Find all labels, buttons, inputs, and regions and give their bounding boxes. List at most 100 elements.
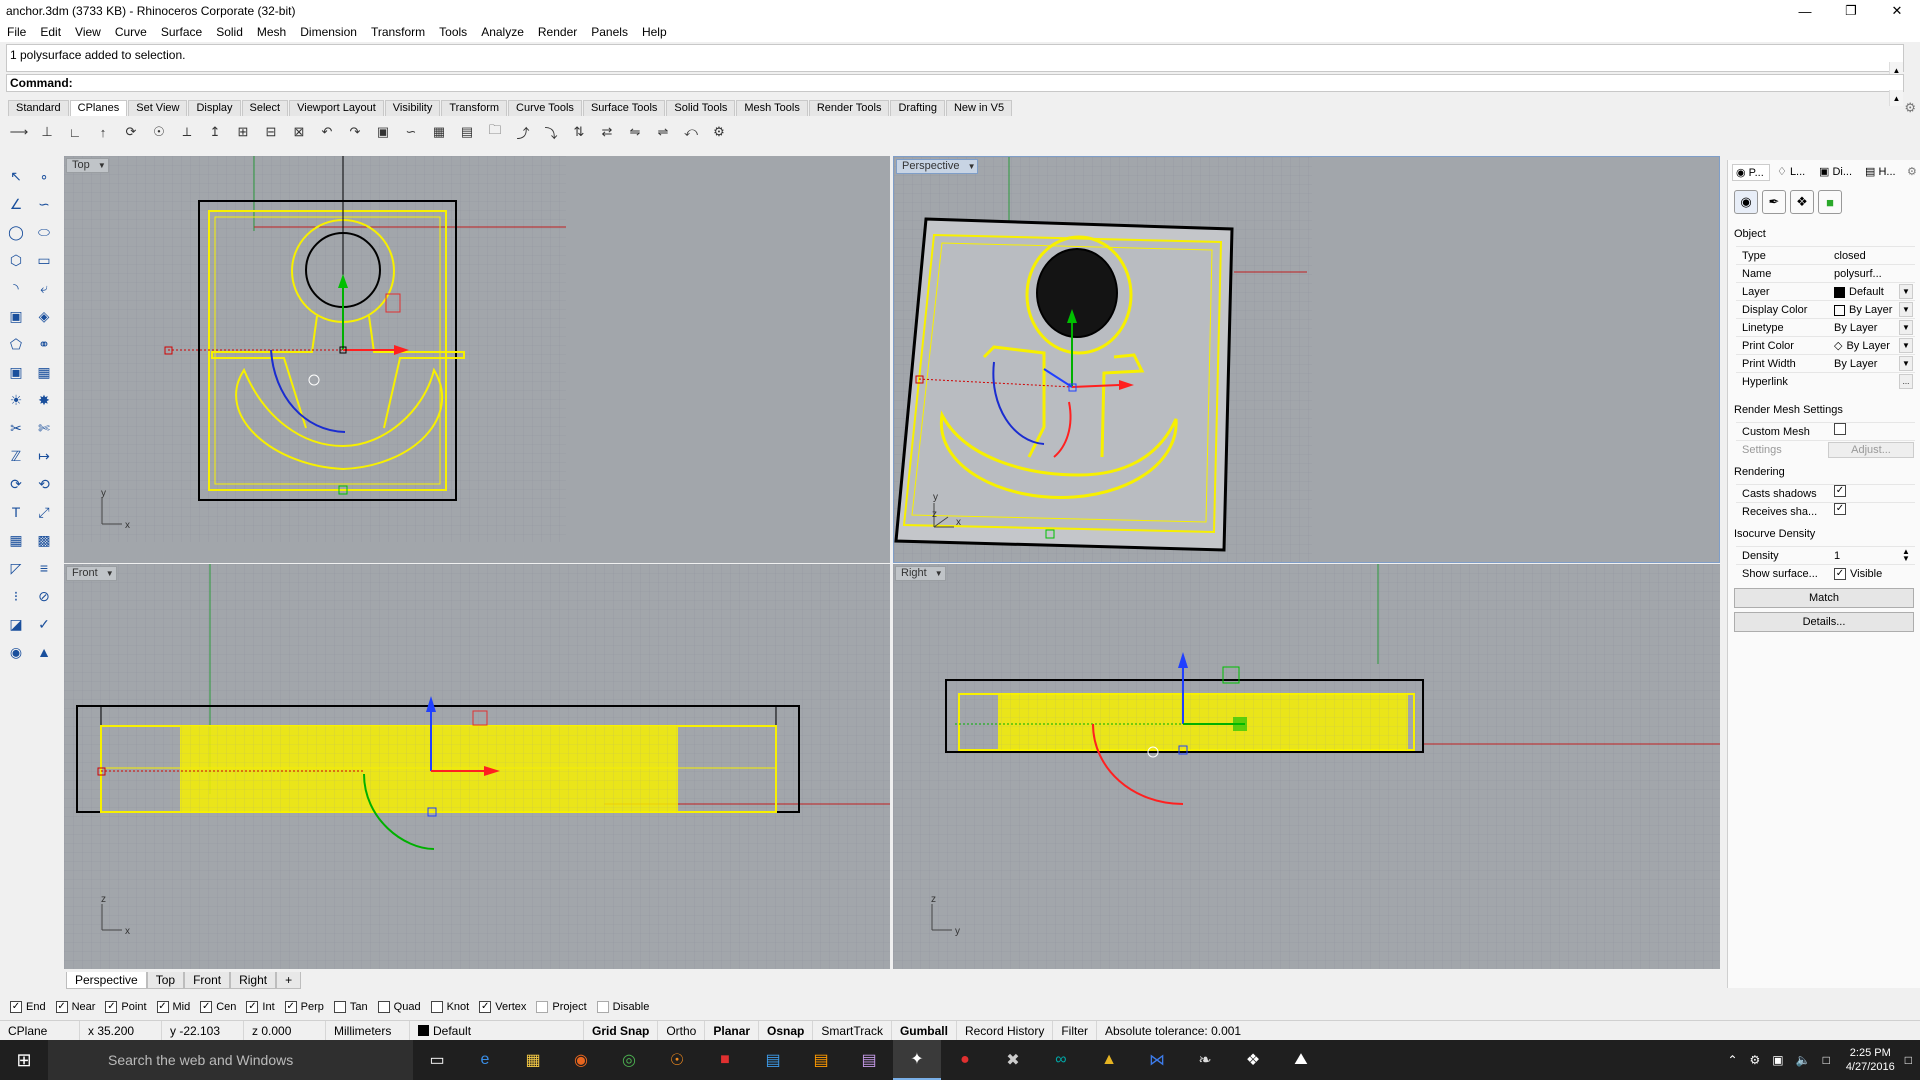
status-units[interactable]: Millimeters [326, 1020, 410, 1041]
cplane-settings-icon[interactable]: ⚙ [708, 121, 730, 143]
arc-icon[interactable]: ◝ [4, 276, 28, 300]
density-stepper[interactable]: ▲ ▼ [1899, 548, 1913, 563]
panel-tab-layers[interactable]: ♢ L... [1774, 164, 1812, 181]
cplane-world-right-icon[interactable]: ⊠ [288, 121, 310, 143]
taskbar-clock[interactable]: 2:25 PM 4/27/2016 [1846, 1046, 1895, 1074]
extrude-curve-icon[interactable]: ▣ [4, 304, 28, 328]
tab-drafting[interactable]: Drafting [890, 100, 945, 116]
ellipse-icon[interactable]: ⬭ [32, 220, 56, 244]
prop-density[interactable]: Density 1 ▲ ▼ [1736, 546, 1915, 564]
cplane-z-axis-icon[interactable]: ↥ [204, 121, 226, 143]
hyperlink-browse-button[interactable]: ... [1899, 374, 1913, 389]
restore-button[interactable]: ❐ [1828, 0, 1874, 22]
prop-show-surface[interactable]: Show surface... ✓ Visible [1736, 564, 1915, 582]
status-planar[interactable]: Planar [705, 1020, 760, 1041]
app-icon[interactable]: ● [941, 1040, 989, 1080]
texture-mapping-icon[interactable]: ■ [1818, 190, 1842, 214]
premiere-icon[interactable]: ▤ [845, 1040, 893, 1080]
chevron-up-icon[interactable]: ⌃ [1727, 1053, 1737, 1067]
decal-icon[interactable]: ❖ [1790, 190, 1814, 214]
object-properties-icon[interactable]: ◉ [1734, 190, 1758, 214]
osnap-project[interactable]: Project [536, 1001, 587, 1013]
checkbox-icon[interactable]: ✓ [1834, 568, 1846, 580]
details-button[interactable]: Details... [1734, 612, 1914, 632]
adjust-button[interactable]: Adjust... [1828, 442, 1914, 458]
chevron-down-icon[interactable]: ▼ [1899, 320, 1913, 335]
history-icon[interactable]: ⊘ [32, 584, 56, 608]
environment-icon[interactable]: ▲ [32, 640, 56, 664]
vp-tab-right[interactable]: Right [230, 972, 277, 989]
cplane-view-icon[interactable]: ⊞ [232, 121, 254, 143]
tab-render-tools[interactable]: Render Tools [808, 100, 890, 116]
windows-start-icon[interactable]: ⊞ [0, 1040, 48, 1080]
menu-render[interactable]: Render [531, 25, 584, 39]
block-icon[interactable]: ▩ [32, 528, 56, 552]
osnap-disable[interactable]: Disable [596, 1001, 649, 1013]
viewport-perspective[interactable]: y z x Perspective ▼ [893, 156, 1720, 563]
status-record-history[interactable]: Record History [957, 1020, 1054, 1041]
polygon-icon[interactable]: ⬡ [4, 248, 28, 272]
cplane-named-icon[interactable]: ▦ [428, 121, 450, 143]
panel-tab-display[interactable]: ▣ Di... [1816, 164, 1858, 181]
text-object-icon[interactable]: T [4, 500, 28, 524]
photos-icon[interactable]: ⛰ [1277, 1040, 1325, 1080]
visual-studio-icon[interactable]: ⋈ [1133, 1040, 1181, 1080]
chevron-down-icon[interactable]: ▼ [1899, 284, 1913, 299]
boolean-union-icon[interactable]: ⚭ [32, 332, 56, 356]
osnap-perp[interactable]: ✓ Perp [284, 1001, 324, 1013]
taskbar-search[interactable]: Search the web and Windows [48, 1040, 413, 1080]
status-gumball[interactable]: Gumball [892, 1020, 957, 1041]
cplane-3-points-icon[interactable]: ∟ [64, 121, 86, 143]
photoshop-icon[interactable]: ▤ [749, 1040, 797, 1080]
cplane-set-icon[interactable]: ⤴ [512, 121, 534, 143]
tab-curve-tools[interactable]: Curve Tools [508, 100, 582, 116]
prop-hyperlink[interactable]: Hyperlink... [1736, 372, 1915, 390]
explode-icon[interactable]: ✸ [32, 388, 56, 412]
prop-linetype[interactable]: Linetype By Layer ▼ [1736, 318, 1915, 336]
chrome-icon[interactable]: ◎ [605, 1040, 653, 1080]
check-icon[interactable]: ✓ [32, 612, 56, 636]
viewport-label-perspective[interactable]: Perspective ▼ [896, 159, 979, 174]
cplane-curve-icon[interactable]: ∽ [400, 121, 422, 143]
cplane-origin-icon[interactable]: ⊥ [36, 121, 58, 143]
array-icon[interactable]: ⁝ [4, 584, 28, 608]
menu-file[interactable]: File [0, 25, 33, 39]
tools-icon[interactable]: ✖ [989, 1040, 1037, 1080]
illustrator-icon[interactable]: ▤ [797, 1040, 845, 1080]
rotate-icon[interactable]: ⟲ [32, 472, 56, 496]
viewport-front[interactable]: z x Front ▼ [64, 564, 890, 969]
panel-tab-help[interactable]: ▤ H... [1862, 164, 1902, 181]
cplane-world-front-icon[interactable]: ⊟ [260, 121, 282, 143]
prop-custom-mesh[interactable]: Custom Mesh [1736, 422, 1915, 440]
material-properties-icon[interactable]: ✒ [1762, 190, 1786, 214]
viewport-label-top[interactable]: Top ▼ [66, 158, 109, 173]
status-smarttrack[interactable]: SmartTrack [813, 1020, 892, 1041]
cplane-paste-icon[interactable]: ⤺ [680, 121, 702, 143]
checkbox-icon[interactable]: ✓ [1834, 503, 1846, 515]
status-filter[interactable]: Filter [1053, 1020, 1097, 1041]
transform-icon[interactable]: ⟳ [4, 472, 28, 496]
vp-tab-top[interactable]: Top [146, 972, 185, 989]
osnap-near[interactable]: ✓ Near [55, 1001, 95, 1013]
tab-mesh-tools[interactable]: Mesh Tools [736, 100, 808, 116]
prop-display-color[interactable]: Display Color By Layer ▼ [1736, 300, 1915, 318]
close-button[interactable]: ✕ [1874, 0, 1920, 22]
menu-tools[interactable]: Tools [432, 25, 474, 39]
tab-solid-tools[interactable]: Solid Tools [666, 100, 736, 116]
menu-mesh[interactable]: Mesh [250, 25, 293, 39]
cplane-elevation-icon[interactable]: ↑ [92, 121, 114, 143]
menu-view[interactable]: View [68, 25, 108, 39]
osnap-int[interactable]: ✓ Int [246, 1001, 275, 1013]
rhino-taskbar-icon[interactable]: ✦ [893, 1040, 941, 1080]
select-icon[interactable]: ↖ [4, 164, 28, 188]
chevron-down-icon[interactable]: ▼ [1899, 356, 1913, 371]
prop-layer[interactable]: Layer Default ▼ [1736, 282, 1915, 300]
osnap-quad[interactable]: Quad [377, 1001, 421, 1013]
volume-icon[interactable]: 🔈 [1796, 1053, 1811, 1067]
checkbox-icon[interactable] [1834, 423, 1846, 435]
cplane-surface-icon[interactable]: ▣ [372, 121, 394, 143]
material-icon[interactable]: ◉ [4, 640, 28, 664]
tab-viewport-layout[interactable]: Viewport Layout [289, 100, 384, 116]
vp-tab-front[interactable]: Front [184, 972, 231, 989]
menu-curve[interactable]: Curve [108, 25, 154, 39]
